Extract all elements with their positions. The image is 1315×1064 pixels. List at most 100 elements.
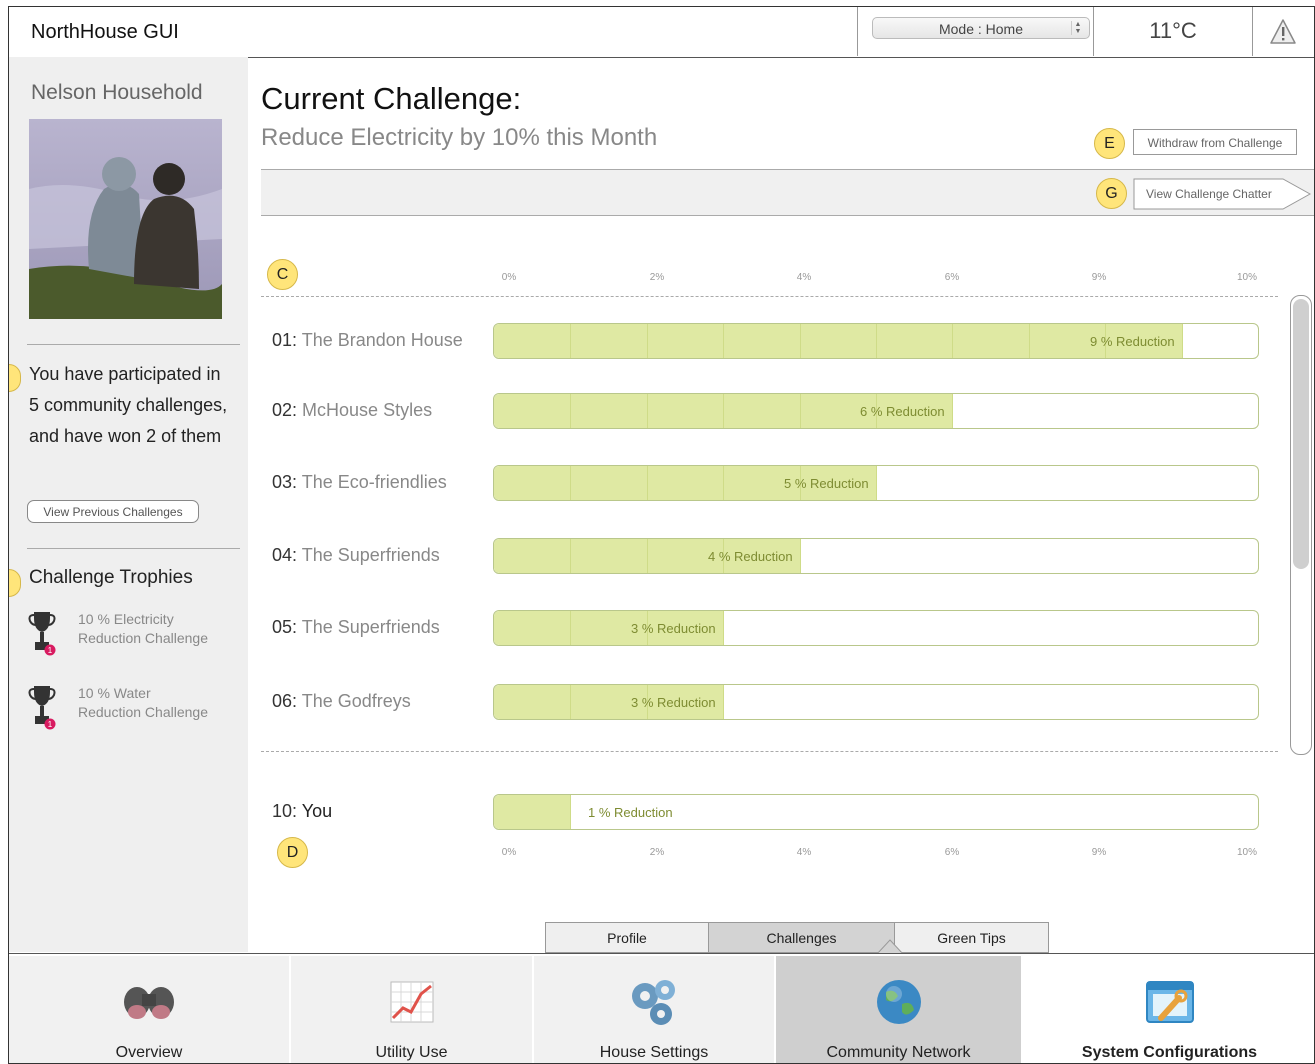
marker-partial bbox=[9, 364, 21, 392]
marker-d: D bbox=[277, 837, 308, 868]
sidebar-divider bbox=[27, 344, 240, 345]
trophy-label-line: 10 % Water bbox=[78, 685, 151, 701]
tab-challenges[interactable]: Challenges bbox=[708, 922, 895, 953]
marker-e: E bbox=[1094, 128, 1125, 159]
binoculars-icon bbox=[124, 987, 174, 1019]
reduction-bar: 1 % Reduction bbox=[493, 794, 1259, 830]
bar-segment bbox=[570, 466, 571, 500]
trophy-label-line: 10 % Electricity bbox=[78, 611, 174, 627]
bar-segment bbox=[647, 466, 648, 500]
bar-segment bbox=[647, 394, 648, 428]
row-name: You bbox=[301, 801, 333, 821]
row-rank: 03: bbox=[272, 472, 298, 492]
challenge-title: Current Challenge: bbox=[261, 81, 522, 116]
withdraw-button[interactable]: Withdraw from Challenge bbox=[1133, 129, 1297, 155]
row-name: McHouse Styles bbox=[302, 400, 433, 420]
leaderboard-scrollbar[interactable] bbox=[1290, 295, 1312, 755]
row-rank: 05: bbox=[272, 617, 298, 637]
bar-label: 5 % Reduction bbox=[784, 476, 869, 491]
view-previous-challenges-button[interactable]: View Previous Challenges bbox=[27, 500, 199, 523]
bar-segment bbox=[952, 324, 953, 358]
nav-label: Utility Use bbox=[375, 1044, 448, 1061]
bar-segment bbox=[723, 394, 724, 428]
nav-community-network[interactable]: Community Network bbox=[776, 956, 1021, 1063]
marker-c: C bbox=[267, 259, 298, 290]
divider-dashed bbox=[261, 296, 1278, 297]
axis-tick-label: 0% bbox=[501, 272, 517, 283]
trophy-icon: 1 bbox=[28, 686, 56, 730]
mode-cell: Mode : Home ▲ ▼ bbox=[857, 7, 1094, 56]
row-rank: 01: bbox=[272, 330, 298, 350]
sidebar: Nelson Household You have participated i… bbox=[9, 57, 248, 952]
nav-label: System Configurations bbox=[1081, 1044, 1258, 1061]
line-chart-icon bbox=[390, 981, 433, 1023]
bar-segment bbox=[723, 324, 724, 358]
bar-segment bbox=[570, 539, 571, 573]
tab-profile[interactable]: Profile bbox=[545, 922, 709, 953]
bottom-nav: Overview Utility Use House Settings Comm… bbox=[9, 953, 1314, 1063]
axis-tick-label: 2% bbox=[649, 272, 665, 283]
challenge-subtitle: Reduce Electricity by 10% this Month bbox=[261, 124, 658, 151]
axis-tick-label: 9% bbox=[1091, 272, 1107, 283]
row-name: The Superfriends bbox=[301, 545, 440, 565]
trophy-label-line: Reduction Challenge bbox=[78, 630, 208, 646]
reduction-bar: 6 % Reduction bbox=[493, 393, 1259, 429]
bar-label: 1 % Reduction bbox=[588, 805, 673, 820]
household-photo bbox=[29, 119, 222, 319]
bar-segment bbox=[1029, 324, 1030, 358]
axis-tick-label: 4% bbox=[796, 272, 812, 283]
bar-label: 3 % Reduction bbox=[631, 695, 716, 710]
trophy-label: 10 % Water Reduction Challenge bbox=[78, 684, 238, 722]
row-label: 01: The Brandon House bbox=[272, 330, 463, 351]
axis-tick-label: 0% bbox=[501, 847, 517, 858]
warning-icon bbox=[1270, 19, 1296, 44]
trophy-count: 1 bbox=[48, 720, 53, 729]
nav-house-settings[interactable]: House Settings bbox=[534, 956, 774, 1063]
bar-label: 3 % Reduction bbox=[631, 621, 716, 636]
row-name: The Superfriends bbox=[301, 617, 440, 637]
nav-label: Community Network bbox=[826, 1044, 971, 1061]
tab-green-tips[interactable]: Green Tips bbox=[894, 922, 1049, 953]
app-window: NorthHouse GUI Mode : Home ▲ ▼ 11°C Nelso… bbox=[8, 6, 1315, 1064]
axis-tick-label: 10% bbox=[1236, 847, 1258, 858]
row-label: 03: The Eco-friendlies bbox=[272, 472, 447, 493]
bar-segment bbox=[647, 539, 648, 573]
axis-top: 0% 2% 4% 6% 9% 10% bbox=[493, 272, 1261, 286]
reduction-bar: 4 % Reduction bbox=[493, 538, 1259, 574]
nav-system-configurations[interactable]: System Configurations bbox=[1023, 956, 1314, 1063]
temperature-readout: 11°C bbox=[1149, 18, 1197, 43]
axis-tick-label: 10% bbox=[1236, 272, 1258, 283]
gears-icon bbox=[632, 980, 675, 1025]
scroll-thumb[interactable] bbox=[1293, 299, 1309, 569]
mode-select[interactable]: Mode : Home ▲ ▼ bbox=[872, 17, 1090, 39]
participation-summary: You have participated in 5 community cha… bbox=[29, 364, 228, 446]
row-name: The Godfreys bbox=[301, 691, 411, 711]
nav-label: Overview bbox=[115, 1044, 183, 1061]
sidebar-divider bbox=[27, 548, 240, 549]
bar-segment bbox=[570, 394, 571, 428]
alert-button[interactable] bbox=[1251, 7, 1314, 56]
axis-tick-label: 4% bbox=[796, 847, 812, 858]
row-name: The Brandon House bbox=[301, 330, 463, 350]
nav-utility-use[interactable]: Utility Use bbox=[291, 956, 532, 1063]
top-bar: NorthHouse GUI Mode : Home ▲ ▼ 11°C bbox=[9, 7, 1314, 58]
axis-tick-label: 6% bbox=[944, 847, 960, 858]
marker-partial bbox=[9, 569, 21, 597]
bar-fill bbox=[494, 324, 1183, 358]
marker-g: G bbox=[1096, 178, 1127, 209]
view-chatter-button[interactable]: View Challenge Chatter bbox=[1133, 178, 1311, 210]
row-label: 04: The Superfriends bbox=[272, 545, 440, 566]
select-arrows-icon: ▲ ▼ bbox=[1071, 21, 1084, 35]
temperature-cell: 11°C bbox=[1093, 7, 1253, 56]
row-label: 10: You bbox=[272, 801, 332, 822]
app-title: NorthHouse GUI bbox=[31, 21, 179, 43]
trophy-item: 1 10 % Water Reduction Challenge bbox=[27, 684, 242, 734]
nav-label: House Settings bbox=[599, 1044, 709, 1061]
trophy-label-line: Reduction Challenge bbox=[78, 704, 208, 720]
reduction-bar: 9 % Reduction bbox=[493, 323, 1259, 359]
bar-segment bbox=[570, 685, 571, 719]
bar-segment bbox=[800, 324, 801, 358]
reduction-bar: 3 % Reduction bbox=[493, 610, 1259, 646]
nav-overview[interactable]: Overview bbox=[9, 956, 289, 1063]
reduction-bar: 5 % Reduction bbox=[493, 465, 1259, 501]
